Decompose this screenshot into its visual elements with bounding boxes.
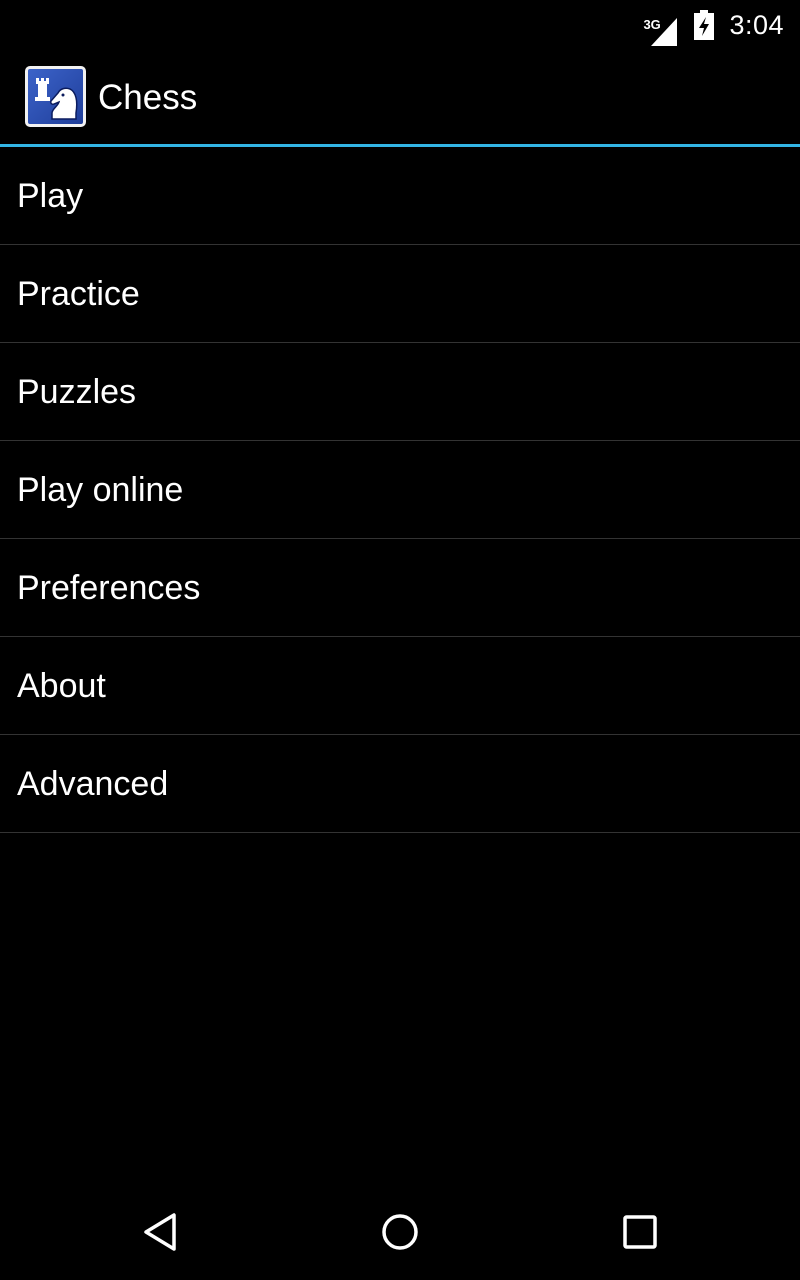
menu-item-puzzles[interactable]: Puzzles bbox=[0, 343, 800, 441]
menu-item-label: Practice bbox=[17, 274, 140, 313]
status-icons: 3G 3:04 bbox=[643, 0, 784, 50]
back-button[interactable] bbox=[130, 1204, 190, 1260]
navigation-bar bbox=[0, 1184, 800, 1280]
menu-item-label: Puzzles bbox=[17, 372, 137, 411]
menu-item-label: About bbox=[17, 666, 106, 705]
main-menu: Play Practice Puzzles Play online Prefer… bbox=[0, 147, 800, 833]
menu-item-play-online[interactable]: Play online bbox=[0, 441, 800, 539]
app-title: Chess bbox=[98, 78, 198, 117]
menu-item-label: Play bbox=[17, 176, 84, 215]
back-icon bbox=[144, 1213, 176, 1251]
status-bar: 3G 3:04 bbox=[0, 0, 800, 50]
menu-item-advanced[interactable]: Advanced bbox=[0, 735, 800, 833]
signal-indicator: 3G bbox=[643, 10, 679, 46]
signal-icon bbox=[651, 18, 678, 46]
menu-item-about[interactable]: About bbox=[0, 637, 800, 735]
clock: 3:04 bbox=[729, 9, 784, 40]
battery-charging-icon bbox=[694, 10, 715, 40]
recents-icon bbox=[623, 1215, 657, 1249]
menu-item-label: Play online bbox=[17, 470, 184, 509]
chess-app-icon[interactable] bbox=[25, 66, 86, 127]
menu-item-preferences[interactable]: Preferences bbox=[0, 539, 800, 637]
recents-button[interactable] bbox=[610, 1204, 670, 1260]
menu-item-label: Advanced bbox=[17, 764, 169, 803]
menu-item-play[interactable]: Play bbox=[0, 147, 800, 245]
menu-item-label: Preferences bbox=[17, 568, 201, 607]
chess-pieces-icon bbox=[35, 78, 78, 120]
home-icon bbox=[382, 1214, 418, 1250]
action-bar: Chess bbox=[0, 50, 800, 147]
home-button[interactable] bbox=[370, 1204, 430, 1260]
menu-item-practice[interactable]: Practice bbox=[0, 245, 800, 343]
